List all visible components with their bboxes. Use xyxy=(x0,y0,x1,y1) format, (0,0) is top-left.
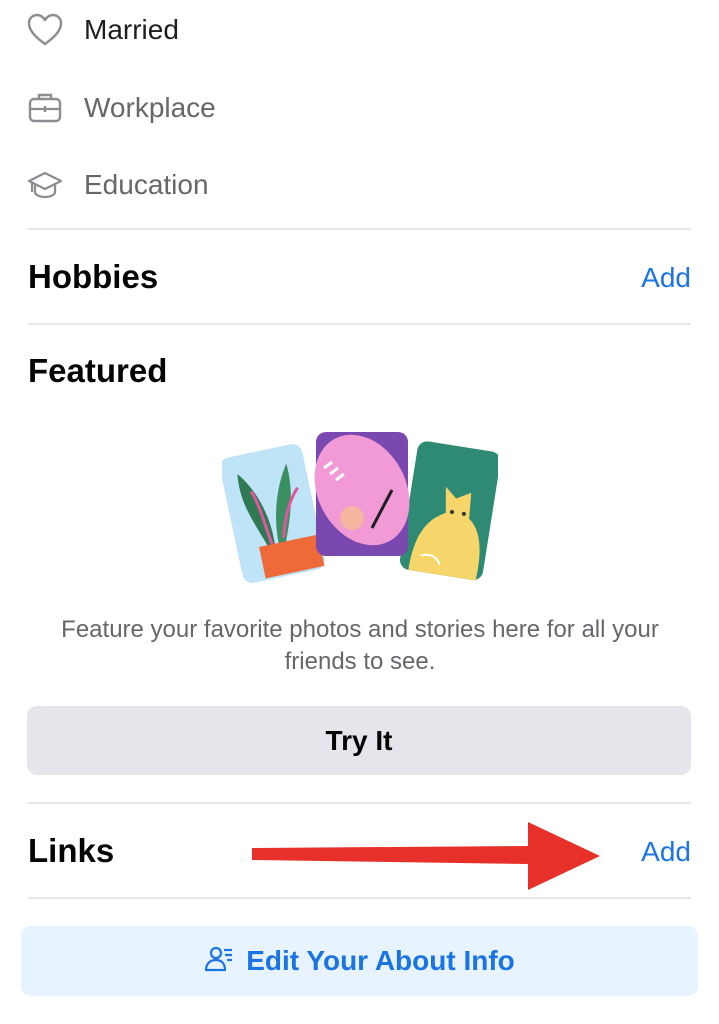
annotation-arrow-icon xyxy=(252,822,600,890)
intro-item-education[interactable]: Education xyxy=(26,155,209,215)
divider xyxy=(28,228,691,230)
edit-about-info-label: Edit Your About Info xyxy=(246,945,515,976)
try-it-button[interactable]: Try It xyxy=(27,706,691,775)
intro-item-label: Workplace xyxy=(84,92,216,123)
intro-item-married[interactable]: Married xyxy=(26,0,179,60)
person-list-icon xyxy=(204,944,234,979)
featured-title: Featured xyxy=(28,352,168,389)
intro-item-label: Married xyxy=(84,14,179,45)
hobbies-add-button[interactable]: Add xyxy=(641,262,691,294)
featured-illustration xyxy=(222,432,498,584)
briefcase-icon xyxy=(26,89,64,127)
intro-item-workplace[interactable]: Workplace xyxy=(26,78,216,138)
divider xyxy=(28,802,691,804)
divider xyxy=(28,897,691,899)
intro-item-label: Education xyxy=(84,169,209,200)
featured-description: Feature your favorite photos and stories… xyxy=(61,616,659,675)
heart-icon xyxy=(26,11,64,49)
links-title: Links xyxy=(28,832,115,869)
hobbies-title: Hobbies xyxy=(28,258,159,295)
links-add-button[interactable]: Add xyxy=(641,836,691,868)
divider xyxy=(28,323,691,325)
about-page: Married Workplace Education Hobbies Add xyxy=(0,0,719,1024)
edit-about-info-button[interactable]: Edit Your About Info xyxy=(21,926,698,996)
graduation-cap-icon xyxy=(26,166,64,204)
